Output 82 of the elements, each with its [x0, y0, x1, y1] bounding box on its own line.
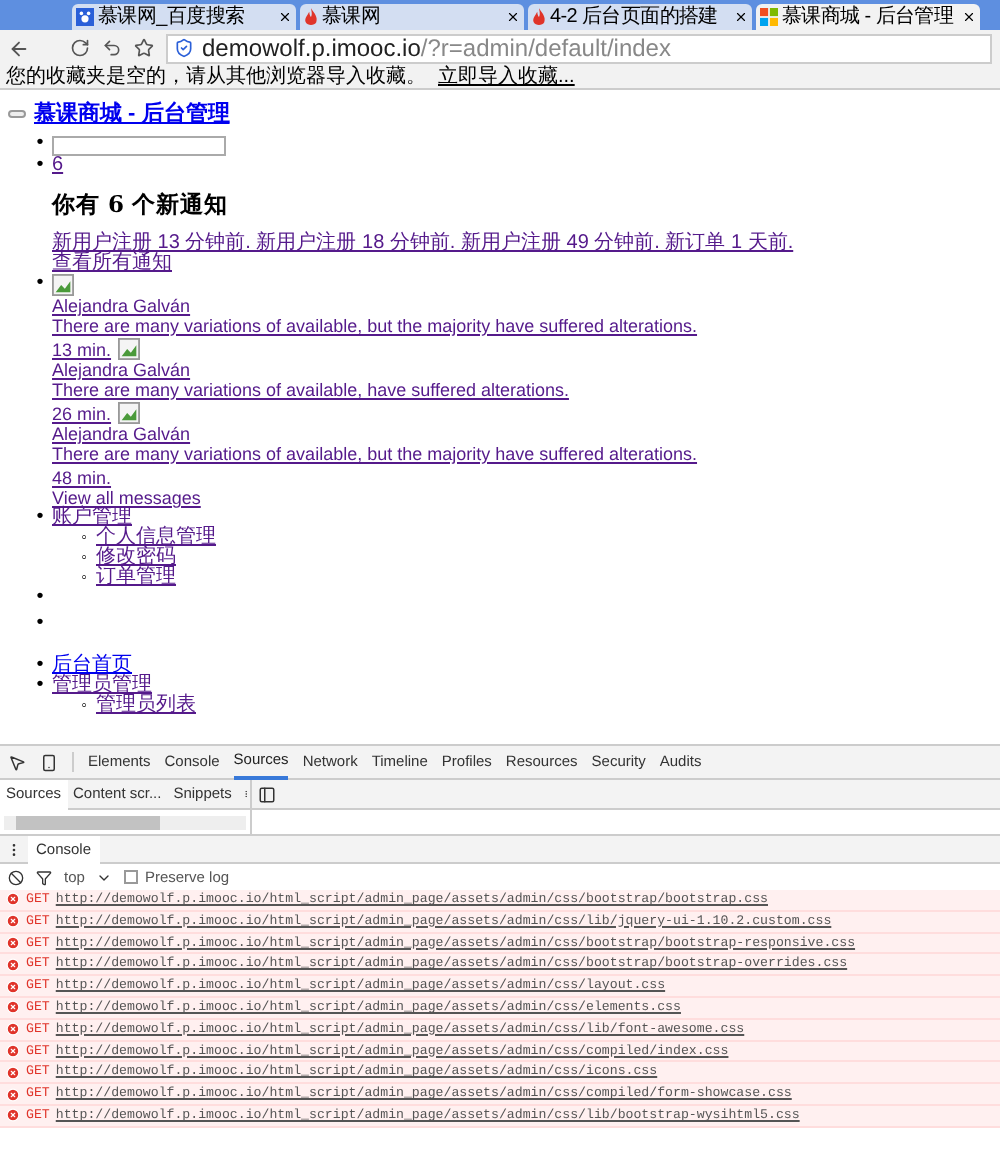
bookmarks-message: 您的收藏夹是空的，请从其他浏览器导入收藏。 — [6, 67, 426, 87]
import-bookmarks-link[interactable]: 立即导入收藏... — [438, 67, 575, 87]
message-time-link[interactable]: 26 min. — [52, 404, 112, 424]
notifications-link[interactable]: 新用户注册 13 分钟前. 新用户注册 18 分钟前. 新用户注册 49 分钟前. 新订单 1 天前. — [52, 234, 794, 254]
list-bullet: ◦ — [79, 548, 89, 568]
error-icon — [6, 1043, 20, 1058]
browser-tab[interactable]: 慕课商城 - 后台管理 — [756, 4, 980, 30]
list-bullet: ◦ — [79, 528, 89, 548]
list-bullet: • — [34, 656, 46, 676]
url-path: /?r=admin/default/index — [420, 32, 671, 65]
error-icon — [6, 1000, 20, 1015]
tab-title: 慕课网 — [322, 5, 383, 29]
filter-icon[interactable] — [36, 869, 52, 885]
close-icon[interactable] — [962, 10, 976, 24]
preserve-log-checkbox[interactable] — [124, 870, 139, 884]
nav-link[interactable]: 后台首页 — [52, 654, 132, 676]
message-time-link[interactable]: 48 min. — [52, 468, 112, 488]
error-icon — [6, 914, 20, 929]
browser-tab[interactable]: 慕课网_百度搜索 — [72, 4, 296, 30]
horizontal-scrollbar[interactable] — [4, 816, 246, 830]
message-text-link[interactable]: There are many variations of available, but the majority have suffered alterations. — [52, 316, 698, 336]
shield-icon — [174, 38, 194, 58]
broken-image-icon — [117, 338, 140, 360]
grid-icon — [760, 8, 778, 26]
browser-tab[interactable]: 4-2 后台页面的搭建 — [528, 4, 752, 30]
device-icon[interactable] — [40, 753, 58, 771]
message-text-link[interactable]: There are many variations of available, have suffered alterations. — [52, 380, 698, 400]
broken-image-icon — [52, 274, 74, 296]
message-sender-link[interactable]: Alejandra Galván — [52, 360, 698, 380]
tab-title: 慕课商城 - 后台管理 — [782, 5, 956, 29]
browser-tab[interactable]: 慕课网 — [300, 4, 524, 30]
reload-icon[interactable] — [70, 38, 90, 58]
error-icon — [6, 1108, 20, 1123]
clear-icon[interactable] — [8, 869, 24, 885]
list-bullet: • — [34, 156, 46, 180]
list-bullet: • — [34, 274, 46, 298]
error-icon — [6, 1022, 20, 1037]
url-host: demowolf.p.imooc.io — [202, 32, 421, 65]
message-text-link[interactable]: There are many variations of available, but the majority have suffered alterations. — [52, 444, 698, 464]
list-bullet: • — [34, 614, 46, 638]
menu-icon — [8, 110, 26, 118]
nav-submenu-link[interactable]: 管理员列表 — [96, 694, 196, 716]
message-sender-link[interactable]: Alejandra Galván — [52, 296, 698, 316]
flame-icon — [304, 8, 318, 26]
close-icon[interactable] — [734, 10, 748, 24]
message-time-link[interactable]: 13 min. — [52, 340, 112, 360]
star-icon[interactable] — [134, 38, 154, 58]
error-icon — [6, 979, 20, 994]
back-icon[interactable] — [8, 37, 30, 59]
view-all-messages-link[interactable]: View all messages — [52, 488, 698, 508]
error-icon — [6, 935, 20, 950]
close-icon[interactable] — [278, 10, 292, 24]
view-all-notifications-link[interactable]: 查看所有通知 — [52, 254, 794, 274]
paw-icon — [76, 8, 94, 26]
notification-heading: 你有 6 个新通知 — [52, 192, 231, 218]
error-icon — [6, 1065, 20, 1080]
undo-icon[interactable] — [102, 38, 122, 58]
search-field[interactable] — [52, 136, 226, 156]
address-field[interactable]: demowolf.p.imooc.io/?r=admin/default/index — [166, 33, 992, 63]
list-bullet: • — [34, 508, 46, 532]
broken-image-icon — [117, 402, 140, 424]
error-icon — [6, 892, 20, 907]
list-bullet: • — [34, 134, 46, 156]
error-icon — [6, 1087, 20, 1102]
error-icon — [6, 957, 20, 972]
tab-title: 慕课网_百度搜索 — [98, 5, 247, 29]
account-submenu-link[interactable]: 订单管理 — [96, 566, 176, 588]
inspect-icon[interactable] — [8, 753, 26, 771]
brand-link[interactable]: 慕课商城 - 后台管理 — [34, 102, 230, 126]
close-icon[interactable] — [506, 10, 520, 24]
account-submenu-link[interactable]: 个人信息管理 — [96, 526, 216, 548]
nav-link[interactable]: 管理员管理 — [52, 674, 152, 696]
list-bullet: • — [34, 588, 46, 612]
list-bullet: • — [34, 676, 46, 700]
toggle-panel-icon[interactable] — [258, 785, 276, 803]
account-submenu-link[interactable]: 修改密码 — [96, 546, 176, 568]
tab-title: 4-2 后台页面的搭建 — [550, 5, 720, 29]
notification-count-link[interactable]: 6 — [52, 154, 64, 176]
flame-icon — [532, 8, 546, 26]
message-sender-link[interactable]: Alejandra Galván — [52, 424, 698, 444]
list-bullet: ◦ — [79, 568, 89, 588]
list-bullet: ◦ — [79, 696, 89, 716]
